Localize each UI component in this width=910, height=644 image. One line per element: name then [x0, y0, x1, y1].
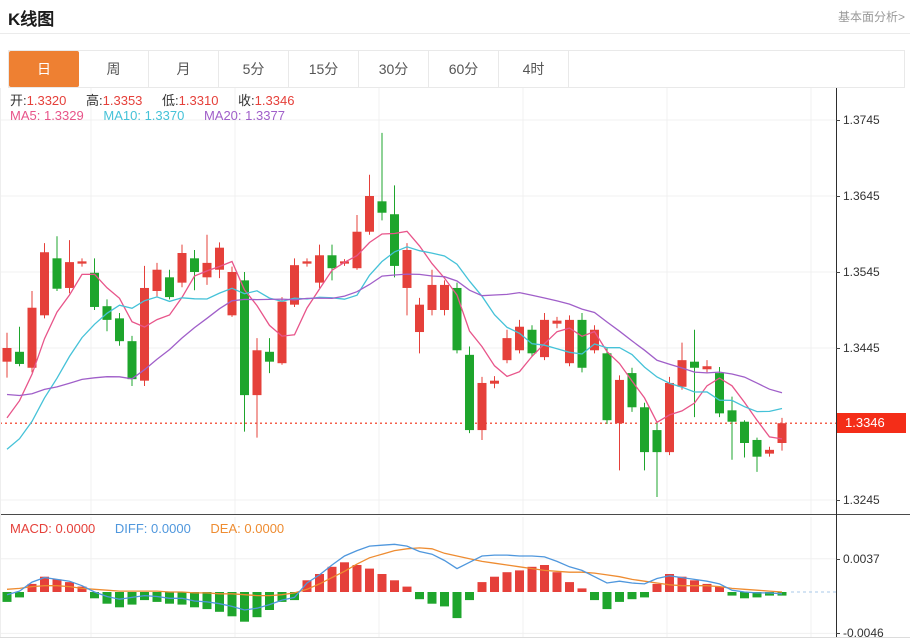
price-axis-label-3-tick: [836, 348, 840, 349]
macd-axis-label-0: 0.0037: [843, 552, 880, 566]
tab-period-1[interactable]: 周: [79, 51, 149, 87]
price-axis-label-0-tick: [836, 120, 840, 121]
tab-period-7[interactable]: 4时: [499, 51, 569, 87]
ma10-value: 1.3370: [145, 108, 185, 123]
ma5-value: 1.3329: [44, 108, 84, 123]
price-axis-label-1-tick: [836, 196, 840, 197]
ohlc-legend: 开:1.3320 高:1.3353 低:1.3310 收:1.3346: [10, 90, 310, 109]
tabbar-filler: [569, 51, 904, 87]
ma20-label: MA20:: [204, 108, 242, 123]
low-label: 低:: [162, 93, 179, 108]
tab-period-6[interactable]: 60分: [429, 51, 499, 87]
candlestick-chart[interactable]: [0, 88, 836, 514]
tab-period-5[interactable]: 30分: [359, 51, 429, 87]
ma10-label: MA10:: [103, 108, 141, 123]
diff-label: DIFF:: [115, 521, 148, 536]
high-label: 高:: [86, 93, 103, 108]
ma20-value: 1.3377: [245, 108, 285, 123]
price-axis-label-2: 1.3545: [843, 265, 880, 279]
price-axis-label-4: 1.3245: [843, 493, 880, 507]
price-axis-label-1: 1.3645: [843, 189, 880, 203]
current-price-tag: 1.3346: [837, 413, 906, 433]
tab-period-3[interactable]: 5分: [219, 51, 289, 87]
ma-legend: MA5: 1.3329 MA10: 1.3370 MA20: 1.3377: [10, 108, 301, 123]
chart-left-border: [0, 88, 1, 637]
diff-value: 0.0000: [151, 521, 191, 536]
close-label: 收:: [238, 93, 255, 108]
open-label: 开:: [10, 93, 27, 108]
dea-label: DEA:: [210, 521, 240, 536]
tab-period-4[interactable]: 15分: [289, 51, 359, 87]
macd-value: 0.0000: [56, 521, 96, 536]
period-tabbar: 日周月5分15分30分60分4时: [8, 50, 905, 88]
tab-period-2[interactable]: 月: [149, 51, 219, 87]
open-value: 1.3320: [27, 93, 67, 108]
chart-bottom-border: [0, 637, 910, 638]
fundamental-analysis-link[interactable]: 基本面分析>: [838, 8, 905, 25]
macd-axis-label-1-tick: [836, 633, 840, 634]
price-axis-label-3: 1.3445: [843, 341, 880, 355]
macd-legend: MACD: 0.0000 DIFF: 0.0000 DEA: 0.0000: [10, 521, 300, 536]
ma5-label: MA5:: [10, 108, 40, 123]
macd-label: MACD:: [10, 521, 52, 536]
close-value: 1.3346: [255, 93, 295, 108]
low-value: 1.3310: [179, 93, 219, 108]
price-axis-label-0: 1.3745: [843, 113, 880, 127]
dea-value: 0.0000: [244, 521, 284, 536]
header-divider: [0, 33, 910, 34]
price-axis-label-2-tick: [836, 272, 840, 273]
price-axis-label-4-tick: [836, 500, 840, 501]
kline-page: K线图 基本面分析> 日周月5分15分30分60分4时 开:1.3320 高:1…: [0, 0, 910, 644]
tab-period-0[interactable]: 日: [9, 51, 79, 87]
page-title: K线图: [8, 5, 54, 30]
price-axis: 1.3745 1.3645 1.3545 1.3445 1.3245 0.0037 -0.0…: [836, 88, 910, 637]
macd-axis-label-0-tick: [836, 559, 840, 560]
macd-axis-label-1: -0.0046: [843, 626, 884, 640]
panel-separator: [0, 514, 910, 515]
high-value: 1.3353: [103, 93, 143, 108]
